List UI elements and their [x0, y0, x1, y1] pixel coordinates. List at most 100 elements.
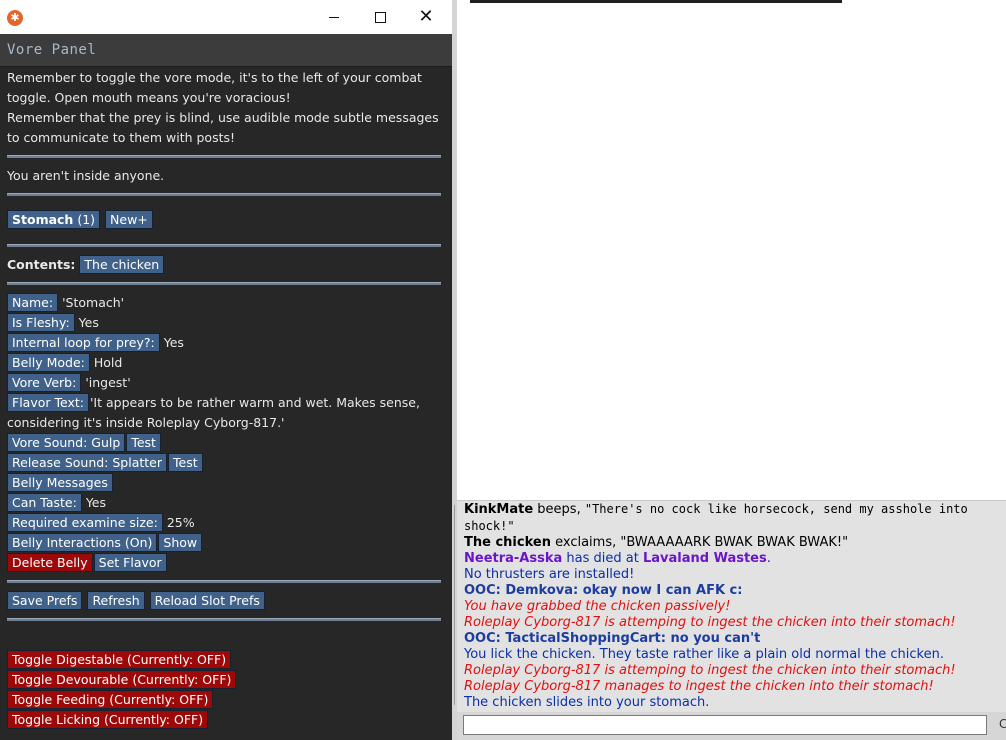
minimize-button[interactable]	[311, 0, 357, 34]
location-name: Lavaland Wastes	[642, 551, 767, 566]
vore-panel-window: ✱ ✕ Vore Panel Remember to toggle the vo…	[0, 0, 453, 740]
vore-verb-value: 'ingest'	[85, 375, 131, 390]
vore-sound-button[interactable]: Vore Sound: Gulp	[7, 433, 126, 452]
title-bar[interactable]: ✱ ✕	[0, 0, 452, 34]
can-taste-button[interactable]: Can Taste:	[7, 493, 82, 512]
examine-size-row: Required examine size: 25%	[7, 513, 441, 533]
contents-item-chicken[interactable]: The chicken	[79, 255, 165, 274]
release-sound-button[interactable]: Release Sound: Splatter	[7, 453, 167, 472]
close-button[interactable]: ✕	[403, 0, 449, 34]
belly-tab-count: (1)	[77, 212, 96, 227]
toggle-feeding-button[interactable]: Toggle Feeding (Currently: OFF)	[7, 690, 214, 709]
ss13-logo-icon: ✱	[7, 10, 23, 26]
belly-tab-stomach[interactable]: Stomach (1)	[7, 210, 101, 229]
delete-belly-button[interactable]: Delete Belly	[7, 553, 93, 572]
divider	[7, 155, 441, 158]
inside-status: You aren't inside anyone.	[7, 168, 165, 183]
release-sound-test-button[interactable]: Test	[168, 453, 203, 472]
chat-text: has died at	[562, 551, 643, 566]
chat-line: Roleplay Cyborg-817 manages to ingest th…	[464, 679, 934, 694]
ooc-line: OOC: TacticalShoppingCart: no you can't	[464, 631, 761, 646]
belly-tab-label: Stomach	[12, 212, 74, 227]
toggle-digestable-button[interactable]: Toggle Digestable (Currently: OFF)	[7, 650, 232, 669]
belly-messages-button[interactable]: Belly Messages	[7, 473, 113, 492]
chat-verb: beeps,	[533, 502, 585, 517]
chat-line: You have grabbed the chicken passively!	[464, 599, 731, 614]
belly-name-value: 'Stomach'	[62, 295, 125, 310]
reload-slot-prefs-button[interactable]: Reload Slot Prefs	[149, 591, 265, 610]
panel-header: Vore Panel	[0, 34, 452, 67]
panel-title: Vore Panel	[7, 42, 97, 58]
belly-interactions-show-button[interactable]: Show	[158, 533, 203, 552]
toggle-feeding-row: Toggle Feeding (Currently: OFF)	[7, 690, 441, 710]
belly-name-button[interactable]: Name:	[7, 293, 59, 312]
map-viewport[interactable]	[457, 0, 1006, 500]
divider	[7, 580, 441, 583]
can-taste-row: Can Taste: Yes	[7, 493, 441, 513]
contents-row: Contents: The chicken	[7, 255, 441, 275]
chat-text: exclaims, "BWAAAAARK BWAK BWAK BWAK!"	[550, 535, 849, 550]
chat-line: Neetra-Asska has died at Lavaland Wastes…	[464, 551, 998, 567]
fleshy-value: Yes	[78, 315, 99, 330]
speaker-name: Neetra-Asska	[464, 551, 563, 566]
chat-line: The chicken slides into your stomach.	[464, 695, 710, 710]
belly-tabs: Stomach (1) New+	[7, 210, 441, 230]
toggle-licking-row: Toggle Licking (Currently: OFF)	[7, 710, 441, 730]
save-prefs-button[interactable]: Save Prefs	[7, 591, 83, 610]
divider	[7, 244, 441, 247]
speaker-name: KinkMate	[464, 502, 534, 517]
belly-mode-row: Belly Mode: Hold	[7, 353, 441, 373]
chat-line: Roleplay Cyborg-817 is attemping to inge…	[464, 615, 956, 630]
vore-sound-test-button[interactable]: Test	[126, 433, 161, 452]
viewport-top-bar	[470, 0, 842, 3]
examine-size-value: 25%	[166, 515, 195, 530]
panel-content: Remember to toggle the vore mode, it's t…	[7, 68, 441, 730]
belly-actions-row: Delete Belly Set Flavor	[7, 553, 441, 573]
fleshy-button[interactable]: Is Fleshy:	[7, 313, 75, 332]
minimize-icon	[329, 17, 339, 18]
belly-mode-button[interactable]: Belly Mode:	[7, 353, 90, 372]
toggle-devourable-button[interactable]: Toggle Devourable (Currently: OFF)	[7, 670, 237, 689]
input-edge-label[interactable]: C	[999, 717, 1006, 731]
flavor-text-row: Flavor Text: 'It appears to be rather war…	[7, 393, 441, 433]
divider	[7, 282, 441, 285]
vore-sound-row: Vore Sound: Gulp Test	[7, 433, 441, 453]
maximize-button[interactable]	[357, 0, 403, 34]
internal-loop-button[interactable]: Internal loop for prey?:	[7, 333, 160, 352]
set-flavor-button[interactable]: Set Flavor	[93, 553, 167, 572]
contents-label: Contents:	[7, 257, 76, 272]
fleshy-row: Is Fleshy: Yes	[7, 313, 441, 333]
belly-mode-value: Hold	[93, 355, 123, 370]
intro-line-2: Remember that the prey is blind, use aud…	[7, 110, 439, 145]
can-taste-value: Yes	[85, 495, 107, 510]
intro-line-1: Remember to toggle the vore mode, it's t…	[7, 70, 422, 105]
toggle-devourable-row: Toggle Devourable (Currently: OFF)	[7, 670, 441, 690]
ooc-line: OOC: Demkova: okay now I can AFK c:	[464, 583, 743, 598]
chat-line: The chicken exclaims, "BWAAAAARK BWAK BW…	[464, 535, 998, 551]
flavor-text-button[interactable]: Flavor Text:	[7, 393, 89, 412]
internal-loop-row: Internal loop for prey?: Yes	[7, 333, 441, 353]
internal-loop-value: Yes	[163, 335, 184, 350]
toggle-licking-button[interactable]: Toggle Licking (Currently: OFF)	[7, 710, 209, 729]
vore-verb-button[interactable]: Vore Verb:	[7, 373, 82, 392]
new-belly-button[interactable]: New+	[105, 210, 153, 229]
vore-verb-row: Vore Verb:'ingest'	[7, 373, 441, 393]
toggle-digestable-row: Toggle Digestable (Currently: OFF)	[7, 650, 441, 670]
refresh-button[interactable]: Refresh	[87, 591, 145, 610]
divider	[7, 618, 441, 621]
belly-interactions-row: Belly Interactions (On) Show	[7, 533, 441, 553]
maximize-icon	[374, 12, 386, 23]
prefs-row: Save Prefs Refresh Reload Slot Prefs	[7, 591, 441, 611]
belly-name-row: Name: 'Stomach'	[7, 293, 441, 313]
release-sound-row: Release Sound: Splatter Test	[7, 453, 441, 473]
chat-text: .	[766, 551, 771, 566]
divider	[7, 193, 441, 196]
chat-line: KinkMate beeps, "There's no cock like ho…	[464, 501, 998, 535]
chat-log: KinkMate beeps, "There's no cock like ho…	[457, 500, 1006, 713]
chat-input[interactable]	[463, 715, 987, 735]
belly-interactions-button[interactable]: Belly Interactions (On)	[7, 533, 158, 552]
belly-messages-row: Belly Messages	[7, 473, 441, 493]
examine-size-button[interactable]: Required examine size:	[7, 513, 163, 532]
chat-line: No thrusters are installed!	[464, 567, 635, 582]
close-icon: ✕	[418, 6, 434, 27]
